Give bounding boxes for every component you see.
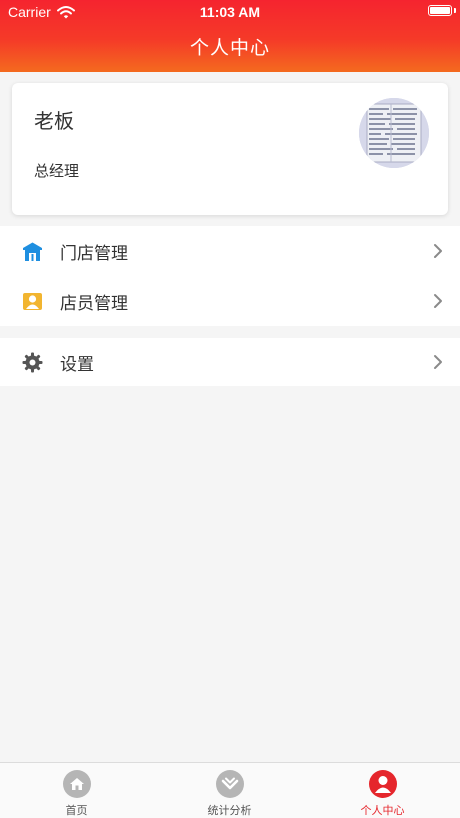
chart-icon: [215, 769, 245, 799]
settings-menu: 设置: [0, 338, 460, 386]
tab-home[interactable]: 首页: [0, 769, 153, 818]
menu-label-settings: 设置: [60, 354, 94, 375]
status-bar: Carrier 11:03 AM: [0, 0, 460, 24]
person-icon: [368, 769, 398, 799]
page-title: 个人中心: [189, 37, 270, 59]
profile-card[interactable]: 老板 总经理: [12, 83, 448, 215]
chevron-right-icon: [433, 354, 443, 370]
store-icon: [22, 241, 43, 262]
tab-label-home: 首页: [65, 804, 88, 817]
avatar[interactable]: [359, 98, 429, 168]
profile-role: 总经理: [34, 162, 80, 180]
gear-icon: [22, 352, 43, 373]
staff-icon: [22, 291, 43, 312]
menu-item-staff-management[interactable]: 店员管理: [0, 276, 460, 326]
tab-profile[interactable]: 个人中心: [306, 769, 459, 818]
home-icon: [62, 769, 92, 799]
profile-name: 老板: [34, 109, 74, 133]
menu-item-store-management[interactable]: 门店管理: [0, 226, 460, 276]
header: Carrier 11:03 AM 个人中心: [0, 0, 460, 72]
avatar-image: [359, 98, 429, 168]
tab-bar: 首页 统计分析 个人中心: [0, 762, 460, 818]
menu-label-store-management: 门店管理: [60, 243, 128, 264]
tab-label-statistics: 统计分析: [207, 804, 252, 817]
battery-icon: [428, 5, 452, 16]
status-time: 11:03 AM: [199, 4, 261, 20]
chevron-right-icon: [433, 293, 443, 309]
tab-statistics[interactable]: 统计分析: [153, 769, 306, 818]
battery-fill: [430, 7, 450, 14]
tab-label-profile: 个人中心: [360, 804, 405, 817]
management-menu: 门店管理 店员管理: [0, 226, 460, 326]
battery-tip: [454, 8, 456, 13]
menu-item-settings[interactable]: 设置: [0, 338, 460, 386]
chevron-right-icon: [433, 243, 443, 259]
menu-label-staff-management: 店员管理: [60, 293, 128, 314]
